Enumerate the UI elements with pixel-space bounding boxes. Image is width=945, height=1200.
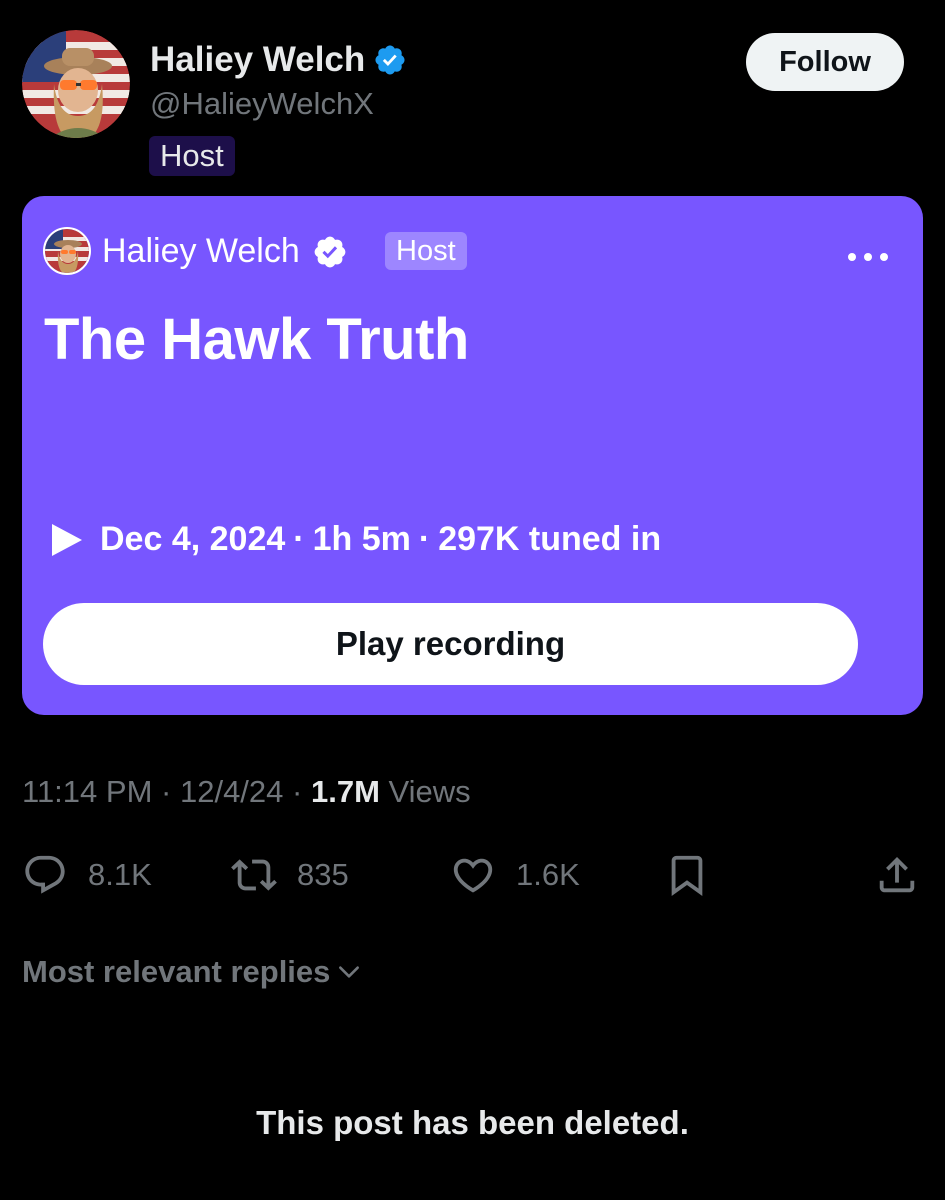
post-meta: 11:14 PM · 12/4/24 · 1.7M Views (22, 774, 471, 810)
like-button[interactable]: 1.6K (450, 852, 580, 898)
repost-icon (231, 859, 277, 891)
space-title: The Hawk Truth (44, 307, 469, 372)
space-host-avatar (43, 227, 91, 275)
author-name-text: Haliey Welch (150, 40, 366, 79)
space-meta: Dec 4, 2024 · 1h 5m · 297K tuned in (50, 520, 661, 559)
replies-sort-dropdown[interactable]: Most relevant replies (22, 954, 362, 990)
space-host-name-text: Haliey Welch (102, 232, 300, 270)
meta-separator: · (292, 774, 303, 809)
space-duration: 1h 5m (312, 520, 411, 558)
verified-badge-icon (375, 45, 405, 75)
space-tuned-in: 297K tuned in (438, 520, 662, 558)
space-card[interactable]: Haliey Welch Host The Hawk Truth Dec 4, … (22, 196, 923, 715)
space-host-name: Haliey Welch (102, 232, 348, 271)
post-date[interactable]: 12/4/24 (180, 774, 283, 809)
meta-separator: · (161, 774, 172, 809)
meta-separator: · (293, 520, 305, 558)
follow-button[interactable]: Follow (746, 33, 904, 91)
post-time[interactable]: 11:14 PM (22, 774, 152, 809)
bookmark-button[interactable] (664, 852, 710, 898)
space-date: Dec 4, 2024 (100, 520, 286, 558)
deleted-post-message: This post has been deleted. (256, 1104, 689, 1141)
repost-button[interactable]: 835 (231, 852, 349, 898)
meta-separator: · (418, 520, 431, 558)
verified-badge-icon (314, 236, 346, 267)
like-count: 1.6K (516, 857, 580, 892)
views-label: Views (388, 774, 471, 809)
reply-count: 8.1K (88, 857, 152, 892)
reply-button[interactable]: 8.1K (22, 852, 152, 898)
reply-icon (25, 855, 65, 894)
views-count: 1.7M (310, 774, 380, 809)
like-icon (453, 858, 493, 893)
author-handle[interactable]: @HalieyWelchX (150, 86, 374, 122)
space-host-badge: Host (385, 232, 467, 270)
play-icon (52, 523, 82, 556)
chevron-down-icon (339, 966, 360, 978)
replies-sort-label: Most relevant replies (22, 954, 331, 989)
author-avatar[interactable] (22, 30, 130, 138)
more-icon[interactable] (848, 246, 888, 268)
host-role-badge: Host (149, 136, 235, 176)
play-recording-button[interactable]: Play recording (43, 603, 858, 685)
share-button[interactable] (874, 852, 920, 898)
share-icon (879, 856, 915, 893)
author-name[interactable]: Haliey Welch (150, 40, 407, 80)
repost-count: 835 (297, 857, 349, 892)
bookmark-icon (671, 855, 703, 896)
